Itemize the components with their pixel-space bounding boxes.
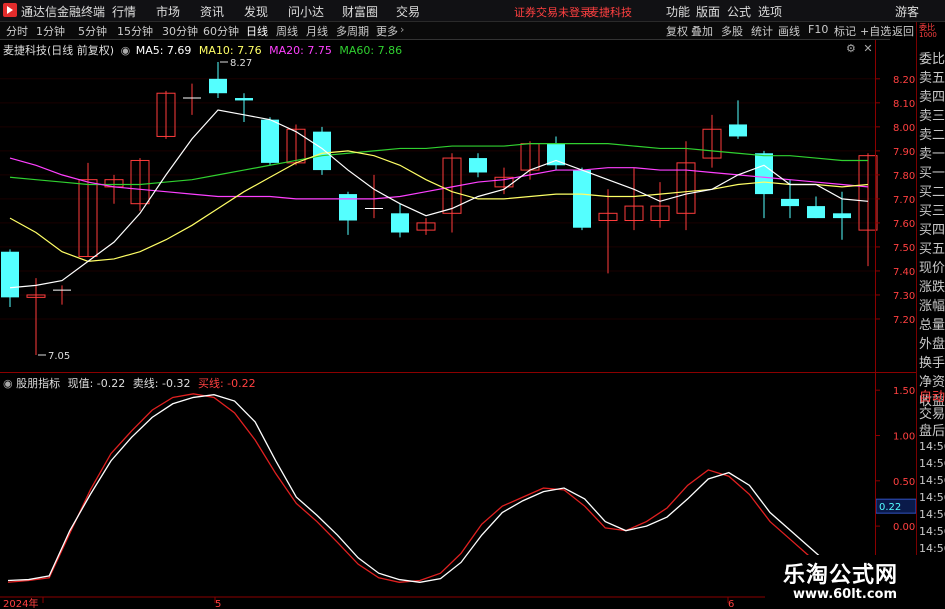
quote-field-label: 换手 [919, 356, 945, 371]
quote-field-label: 买二 [919, 185, 945, 200]
indicator-header: ◉ 股朋指标 现值: -0.22 卖线: -0.32 买线: -0.22 [3, 375, 256, 391]
candle-body-down [261, 119, 279, 163]
time-axis: 2024年 5 6 [0, 596, 875, 609]
buy-line [7, 393, 874, 583]
indicator-current: 现值: -0.22 [67, 377, 126, 390]
indicator-lines [7, 393, 874, 586]
indicator-axis: 1.50 1.00 0.50 0.00 0.22 [875, 386, 916, 533]
tick-time: 14:56 [919, 542, 945, 555]
kline-chart[interactable]: 8.27 7.05 8.20 8.10 8.00 7.90 7.80 7.70 7.60 7.5… [0, 0, 916, 609]
panel-divider [0, 372, 916, 373]
candle-body-down [1, 251, 19, 298]
candle-body-down [755, 153, 773, 195]
quote-field-label: 涨跌 [919, 280, 945, 295]
indicator-current-label: 0.22 [879, 502, 901, 513]
quote-field-label: 卖二 [919, 128, 945, 143]
indicator-tick-label: 1.50 [893, 386, 915, 397]
ma60-line [9, 143, 868, 186]
quote-side-panel: 委比 1000 委比 卖五 卖四 卖三 卖二 卖一 买一 买二 买三 买四 买五 现价 涨跌 涨幅 总量 外盘… [916, 22, 945, 609]
price-tick-label: 7.90 [893, 147, 915, 158]
tick-time: 14:56 [919, 457, 945, 470]
indicator-tick-label: 0.00 [893, 522, 915, 533]
panel-small-number: 1000 [919, 31, 937, 39]
time-tick-label: 6 [728, 599, 734, 609]
quote-field-label: 买三 [919, 204, 945, 219]
candle-body-down [807, 206, 825, 219]
ma10-line [9, 150, 869, 262]
candle-body-down [313, 131, 331, 171]
indicator-name: 股朋指标 [16, 377, 61, 390]
quote-field-label: 现价 [919, 261, 945, 276]
candle-body-down [729, 124, 747, 137]
quote-field-label: 卖一 [919, 147, 945, 162]
watermark-title: 乐淘公式网 [783, 563, 899, 588]
indicator-circle-icon[interactable]: ◉ [3, 377, 13, 390]
time-tick-label: 5 [215, 599, 221, 609]
quote-field-label: 卖五 [919, 71, 945, 86]
candle-body-down [547, 143, 565, 166]
candle-body-down [391, 213, 409, 233]
candle-body-down [469, 158, 487, 173]
price-tick-label: 7.30 [893, 291, 915, 302]
panel-after[interactable]: 盘后 [919, 420, 945, 439]
quote-field-label: 外盘 [919, 337, 945, 352]
tick-time: 14:56 [919, 491, 945, 504]
price-tick-label: 7.50 [893, 243, 915, 254]
quote-field-label: 涨幅 [919, 299, 945, 314]
tick-time: 14:56 [919, 474, 945, 487]
tick-time: 14:56 [919, 525, 945, 538]
price-tick-label: 8.00 [893, 123, 915, 134]
price-tick-label: 8.20 [893, 75, 915, 86]
candle-body-down [235, 98, 253, 101]
quote-field-label: 买五 [919, 242, 945, 257]
candle-body-down [833, 213, 851, 219]
candle-body-down [339, 194, 357, 221]
high-label: 8.27 [230, 58, 252, 69]
indicator-tick-label: 1.00 [893, 431, 915, 442]
quote-field-label: 卖四 [919, 90, 945, 105]
quote-field-label: 卖三 [919, 109, 945, 124]
low-label: 7.05 [48, 351, 70, 362]
tick-time: 14:56 [919, 508, 945, 521]
quote-field-label: 总量 [919, 318, 945, 333]
candles-layer: 8.27 7.05 [1, 58, 878, 362]
candle-body-down [781, 198, 799, 207]
price-tick-label: 7.20 [893, 315, 915, 326]
price-tick-label: 7.40 [893, 267, 915, 278]
quote-field-label: 委比 [919, 52, 945, 67]
indicator-buy: 买线: -0.22 [197, 377, 256, 390]
watermark: 乐淘公式网 www.60lt.com [765, 555, 945, 609]
indicator-tick-label: 0.50 [893, 477, 915, 488]
price-tick-label: 7.80 [893, 171, 915, 182]
quote-field-label: 买一 [919, 166, 945, 181]
indicator-sell: 卖线: -0.32 [132, 377, 191, 390]
price-axis: 8.20 8.10 8.00 7.90 7.80 7.70 7.60 7.50 7.40 7.30… [875, 75, 915, 326]
time-tick-label: 2024年 [3, 597, 38, 609]
ma20-line [9, 157, 869, 200]
candle-body-down [573, 170, 591, 228]
watermark-url: www.60lt.com [793, 587, 898, 602]
axis-divider [875, 40, 876, 600]
price-tick-label: 8.10 [893, 99, 915, 110]
quote-field-label: 买四 [919, 223, 945, 238]
tick-time: 14:56 [919, 440, 945, 453]
price-tick-label: 7.70 [893, 195, 915, 206]
sell-line [7, 394, 874, 586]
price-tick-label: 7.60 [893, 219, 915, 230]
candle-body-down [209, 78, 227, 94]
